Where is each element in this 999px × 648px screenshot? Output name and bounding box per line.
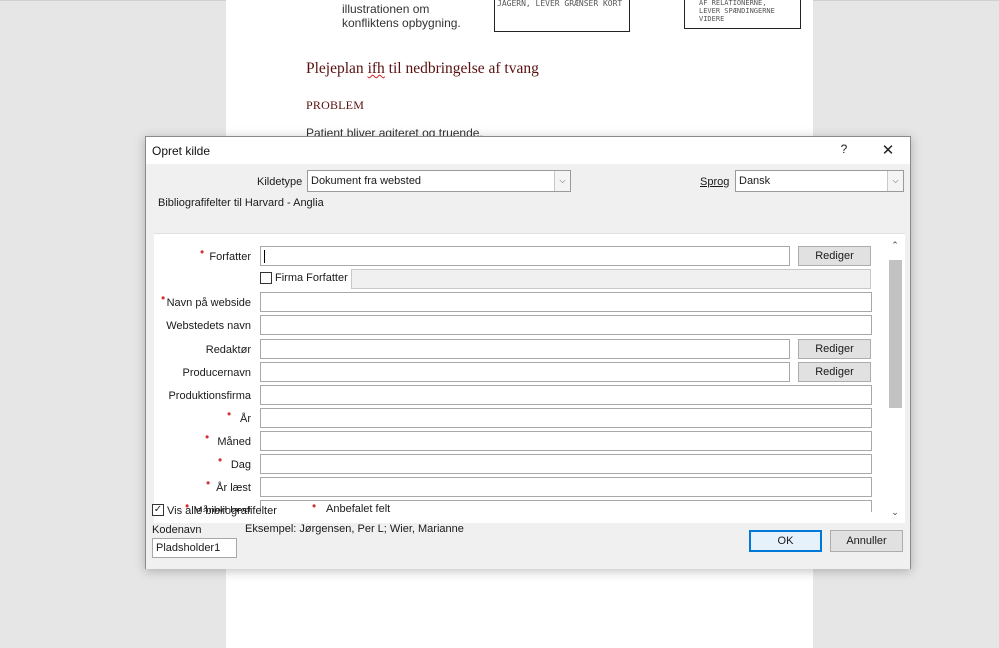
heading-part-1: Plejeplan <box>306 60 368 77</box>
field-label-month: Måned <box>217 436 251 448</box>
chevron-down-icon[interactable]: ⌵ <box>887 171 903 191</box>
tag-name-input[interactable]: Pladsholder1 <box>152 538 237 558</box>
corporate-author-checkbox[interactable] <box>260 272 272 284</box>
fields-scrollbar[interactable]: ⌃ ⌄ <box>886 234 904 523</box>
production-company-input[interactable] <box>260 385 872 405</box>
field-label-website-name: Webstedets navn <box>166 320 251 332</box>
caption-line-2: konfliktens opbygning. <box>342 16 461 30</box>
field-label-production-company: Produktionsfirma <box>168 390 251 402</box>
field-label-editor: Redaktør <box>205 344 251 356</box>
tag-name-example: Eksempel: Jørgensen, Per L; Wier, Marian… <box>245 523 464 535</box>
sketch-box-2: AF RELATIONERNE, LEVER SPÆNDINGERNE VIDE… <box>684 0 801 29</box>
create-source-dialog: Opret kilde ? ✕ Kildetype Dokument fra w… <box>145 136 911 569</box>
close-button[interactable]: ✕ <box>876 141 900 161</box>
month-input[interactable] <box>260 431 872 451</box>
sketch-box-1-text: JAGERN, LEVER GRÆNSER KORT <box>497 0 623 8</box>
field-label-author: Forfatter <box>209 251 251 263</box>
recommended-field-note: Anbefalet felt <box>326 503 391 515</box>
edit-author-button[interactable]: Rediger <box>798 246 871 266</box>
sketch-box-2-text: AF RELATIONERNE, LEVER SPÆNDINGERNE VIDE… <box>699 0 775 23</box>
edit-editor-button[interactable]: Rediger <box>798 339 871 359</box>
dialog-titlebar[interactable]: Opret kilde ? ✕ <box>146 137 910 164</box>
field-label-year: År <box>240 413 251 425</box>
show-all-fields-checkbox[interactable]: ✓ <box>152 504 164 516</box>
author-input[interactable] <box>260 246 790 266</box>
chevron-down-icon[interactable]: ⌵ <box>554 171 570 191</box>
year-accessed-input[interactable] <box>260 477 872 497</box>
ok-button[interactable]: OK <box>749 530 822 552</box>
source-type-dropdown[interactable]: Dokument fra websted ⌵ <box>307 170 571 192</box>
help-button[interactable]: ? <box>832 142 856 160</box>
sketch-box-1: JAGERN, LEVER GRÆNSER KORT <box>494 0 630 32</box>
recommended-marker: • <box>312 499 317 513</box>
field-label-producer: Producernavn <box>182 367 252 379</box>
field-label-webpage-name: Navn på webside <box>166 297 251 309</box>
year-input[interactable] <box>260 408 872 428</box>
fields-group-label: Bibliografifelter til Harvard - Anglia <box>158 197 324 209</box>
source-type-label: Kildetype <box>257 176 302 188</box>
tag-name-label: Kodenavn <box>152 524 202 536</box>
document-subheading: PROBLEM <box>306 98 365 112</box>
webpage-name-input[interactable] <box>260 292 872 312</box>
caption-line-1: illustrationen om <box>342 2 430 16</box>
corporate-author-label: Firma Forfatter <box>275 272 348 284</box>
language-value: Dansk <box>739 175 771 187</box>
cancel-button[interactable]: Annuller <box>830 530 903 552</box>
illustration-caption: illustrationen om konfliktens opbygning. <box>342 2 461 30</box>
document-heading: Plejeplan ifh til nedbringelse af tvang <box>306 60 539 78</box>
field-label-year-accessed: År læst <box>216 482 251 494</box>
website-name-input[interactable] <box>260 315 872 335</box>
edit-producer-button[interactable]: Rediger <box>798 362 871 382</box>
heading-part-2: til nedbringelse af tvang <box>384 60 539 77</box>
scroll-down-icon[interactable]: ⌄ <box>886 507 904 519</box>
language-label: Sprog <box>700 176 729 188</box>
show-all-fields-label: Vis alle bibliografifelter <box>167 505 277 517</box>
source-type-label-text: Kildetype <box>257 176 303 188</box>
day-input[interactable] <box>260 454 872 474</box>
scroll-thumb[interactable] <box>889 260 902 408</box>
language-dropdown[interactable]: Dansk ⌵ <box>735 170 904 192</box>
dialog-body: Kildetype Dokument fra websted ⌵ Sprog D… <box>146 164 910 569</box>
language-label-text: Sprog <box>700 176 730 188</box>
corporate-author-input <box>351 269 871 289</box>
producer-input[interactable] <box>260 362 790 382</box>
field-label-day: Dag <box>230 459 251 471</box>
source-type-value: Dokument fra websted <box>311 175 422 187</box>
scroll-up-icon[interactable]: ⌃ <box>886 240 904 252</box>
bibliography-fields-panel: • Forfatter Rediger Firma Forfatter • Na… <box>154 233 905 523</box>
dialog-title: Opret kilde <box>152 144 211 158</box>
editor-input[interactable] <box>260 339 790 359</box>
heading-misspelled-word: ifh <box>367 60 385 77</box>
